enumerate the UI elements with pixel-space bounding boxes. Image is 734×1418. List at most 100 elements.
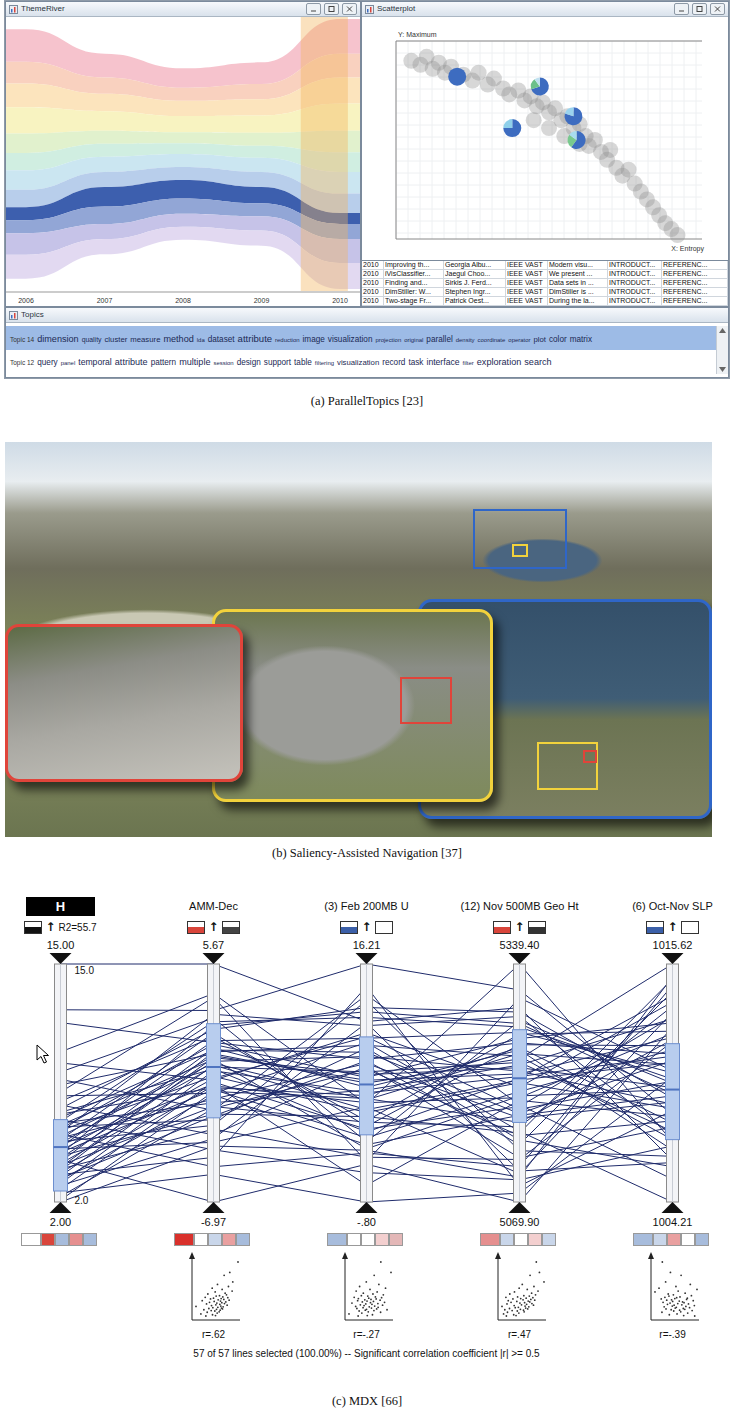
topic-row[interactable]: Topic 14dimensionqualityclustermeasureme…: [6, 326, 716, 350]
table-row[interactable]: 2010Improving th...Georgia Albu...IEEE V…: [362, 261, 728, 270]
heat-cell[interactable]: [361, 1233, 375, 1246]
heat-cell[interactable]: [83, 1233, 97, 1246]
heat-cell[interactable]: [222, 1233, 236, 1246]
axis-name[interactable]: (12) Nov 500MB Geo Ht: [461, 897, 579, 915]
heat-cell[interactable]: [69, 1233, 83, 1246]
topic-pie-point[interactable]: [564, 107, 582, 125]
bottom-slider-icon[interactable]: [50, 1202, 72, 1213]
view-marker[interactable]: [512, 544, 528, 557]
heat-cell[interactable]: [41, 1233, 55, 1246]
bottom-slider-icon[interactable]: [509, 1202, 531, 1213]
heat-cell[interactable]: [389, 1233, 403, 1246]
heat-cell[interactable]: [236, 1233, 250, 1246]
topic-pie-point[interactable]: [568, 131, 586, 149]
top-slider-icon[interactable]: [203, 953, 225, 964]
view-marker[interactable]: [583, 750, 597, 763]
heat-cell[interactable]: [174, 1233, 194, 1246]
heat-cell[interactable]: [514, 1233, 528, 1246]
heat-cell[interactable]: [542, 1233, 556, 1246]
color-swatch[interactable]: [24, 921, 42, 934]
close-button[interactable]: [342, 3, 357, 15]
maximize-button[interactable]: [324, 3, 339, 15]
heat-cell[interactable]: [327, 1233, 347, 1246]
data-line[interactable]: [61, 1033, 673, 1140]
bottom-slider-icon[interactable]: [356, 1202, 378, 1213]
minimize-button[interactable]: [674, 3, 689, 15]
heat-cell[interactable]: [681, 1233, 695, 1246]
heat-cell[interactable]: [500, 1233, 514, 1246]
table-row[interactable]: 2010Finding and...Sirkis J. Ferd...IEEE …: [362, 279, 728, 288]
scrollbar[interactable]: [716, 326, 728, 374]
bottom-slider-icon[interactable]: [662, 1202, 684, 1213]
document-point[interactable]: [621, 162, 637, 178]
document-point[interactable]: [602, 142, 618, 158]
scroll-down-icon[interactable]: [719, 367, 726, 372]
axis[interactable]: [356, 953, 378, 1213]
color-swatch[interactable]: [493, 921, 511, 934]
direction-arrow[interactable]: ↑: [514, 920, 524, 934]
color-swatch[interactable]: [646, 921, 664, 934]
heat-cell[interactable]: [528, 1233, 542, 1246]
direction-arrow[interactable]: ↑: [45, 920, 55, 934]
heat-cell[interactable]: [375, 1233, 389, 1246]
top-slider-icon[interactable]: [509, 953, 531, 964]
topic-pie-point[interactable]: [503, 119, 521, 137]
table-cell: DimStiller: W...: [384, 288, 444, 296]
color-swatch[interactable]: [222, 921, 240, 934]
heat-cell[interactable]: [21, 1233, 41, 1246]
document-point[interactable]: [541, 120, 557, 136]
table-row[interactable]: 2010Two-stage Fr...Patrick Oest...IEEE V…: [362, 297, 728, 306]
heat-cell[interactable]: [667, 1233, 681, 1246]
table-cell: 2010: [362, 279, 384, 287]
scroll-up-icon[interactable]: [719, 328, 726, 333]
axis[interactable]: [509, 953, 531, 1213]
top-slider-icon[interactable]: [356, 953, 378, 964]
topic-word: density: [456, 337, 475, 343]
heat-cell[interactable]: [695, 1233, 709, 1246]
zoom-inset[interactable]: [212, 609, 493, 802]
table-cell: iVisClassifier...: [384, 270, 444, 278]
maximize-button[interactable]: [692, 3, 707, 15]
heat-cell[interactable]: [55, 1233, 69, 1246]
time-selection[interactable]: [301, 17, 348, 291]
topic-pie-point[interactable]: [531, 78, 549, 96]
axis[interactable]: [203, 953, 225, 1213]
axis-name[interactable]: (6) Oct-Nov SLP: [632, 897, 713, 915]
axis-name[interactable]: H: [26, 897, 95, 916]
axis[interactable]: [662, 953, 684, 1213]
heat-cell[interactable]: [633, 1233, 653, 1246]
document-point[interactable]: [670, 227, 686, 243]
top-slider-icon[interactable]: [662, 953, 684, 964]
color-swatch[interactable]: [681, 921, 699, 934]
axis-name[interactable]: AMM-Dec: [189, 897, 238, 915]
color-swatch[interactable]: [375, 921, 393, 934]
direction-arrow[interactable]: ↑: [667, 920, 677, 934]
table-cell: We present ...: [548, 270, 608, 278]
minimize-button[interactable]: [306, 3, 321, 15]
topic-pie-point[interactable]: [448, 68, 466, 86]
color-swatch[interactable]: [528, 921, 546, 934]
table-row[interactable]: 2010DimStiller: W...Stephen Ingr...IEEE …: [362, 288, 728, 297]
heat-cell[interactable]: [480, 1233, 500, 1246]
direction-arrow[interactable]: ↑: [208, 920, 218, 934]
table-cell: 2010: [362, 261, 384, 269]
close-icon: [346, 6, 353, 12]
view-marker[interactable]: [473, 509, 567, 569]
document-point[interactable]: [526, 112, 542, 128]
color-swatch[interactable]: [340, 921, 358, 934]
color-swatch[interactable]: [187, 921, 205, 934]
direction-arrow[interactable]: ↑: [361, 920, 371, 934]
top-slider-icon[interactable]: [50, 953, 72, 964]
heat-cell[interactable]: [653, 1233, 667, 1246]
heat-cell[interactable]: [208, 1233, 222, 1246]
close-button[interactable]: [710, 3, 725, 15]
heat-cell[interactable]: [347, 1233, 361, 1246]
heat-cell[interactable]: [194, 1233, 208, 1246]
topic-row[interactable]: Topic 12querypaneltemporalattributepatte…: [6, 350, 716, 374]
axis-name[interactable]: (3) Feb 200MB U: [324, 897, 408, 915]
table-row[interactable]: 2010iVisClassifier...Jaegul Choo...IEEE …: [362, 270, 728, 279]
view-marker[interactable]: [400, 677, 452, 724]
bottom-slider-icon[interactable]: [203, 1202, 225, 1213]
zoom-inset[interactable]: [5, 624, 243, 782]
axis[interactable]: 15.02.0: [50, 953, 95, 1213]
